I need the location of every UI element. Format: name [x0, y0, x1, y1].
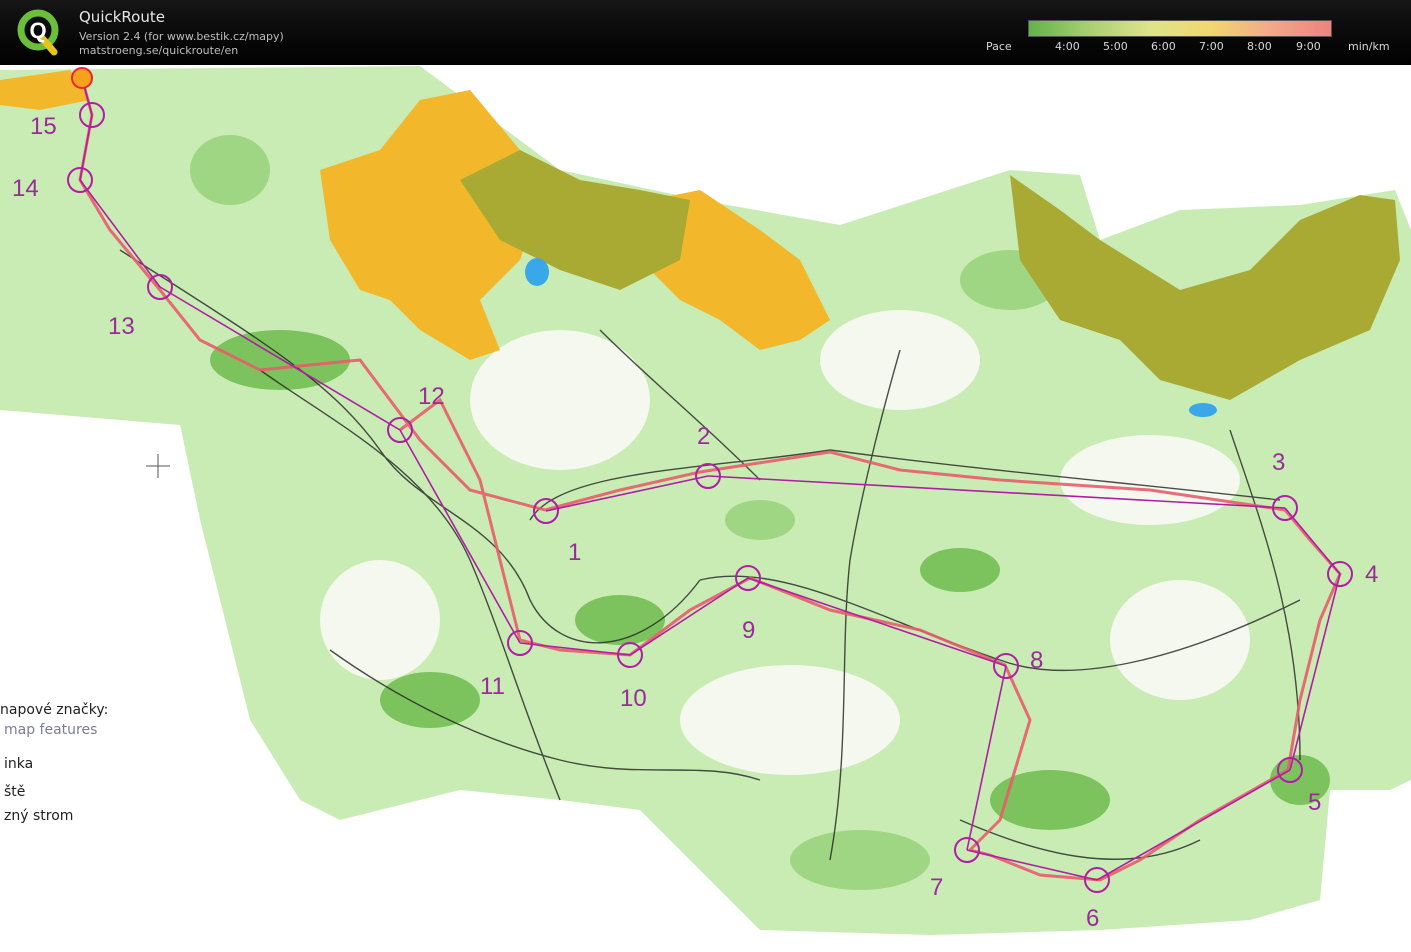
- pace-label: Pace: [986, 40, 1012, 53]
- pace-tick: 5:00: [1103, 40, 1128, 53]
- control-number: 12: [418, 383, 445, 410]
- legend-item: zný strom: [4, 808, 74, 824]
- pace-tick: 8:00: [1247, 40, 1272, 53]
- control-number: 13: [108, 313, 135, 340]
- app-version: Version 2.4 (for www.bestik.cz/mapy): [79, 30, 284, 43]
- app-header: Q QuickRoute Version 2.4 (for www.bestik…: [0, 0, 1411, 65]
- control-number: 5: [1308, 789, 1321, 816]
- control-number: 15: [30, 113, 57, 140]
- quickroute-logo-icon: Q: [17, 9, 59, 56]
- pace-tick: 6:00: [1151, 40, 1176, 53]
- control-number: 2: [697, 423, 710, 450]
- control-number: 8: [1030, 647, 1043, 674]
- orienteering-map[interactable]: 1 2 3 4 5 6 7 8 9 10 11 12 13 14 15: [0, 65, 1411, 952]
- app-url: matstroeng.se/quickroute/en: [79, 44, 239, 57]
- start-marker: [71, 67, 93, 89]
- control-number: 3: [1272, 449, 1285, 476]
- control-number: 9: [742, 617, 755, 644]
- control-number: 14: [12, 175, 39, 202]
- pace-unit: min/km: [1348, 40, 1390, 53]
- pace-tick: 9:00: [1296, 40, 1321, 53]
- control-number: 10: [620, 685, 647, 712]
- control-number: 7: [930, 874, 943, 901]
- legend-item: ště: [4, 784, 26, 800]
- pace-color-scale: [1028, 20, 1332, 37]
- control-number: 1: [568, 539, 581, 566]
- pace-tick: 7:00: [1199, 40, 1224, 53]
- pace-tick: 4:00: [1055, 40, 1080, 53]
- control-number: 4: [1365, 561, 1378, 588]
- svg-text:Q: Q: [29, 18, 46, 43]
- control-number: 6: [1086, 905, 1099, 932]
- control-number: 11: [480, 673, 505, 700]
- legend-subheading: map features: [4, 722, 98, 738]
- legend-heading: napové značky:: [0, 702, 109, 718]
- app-title: QuickRoute: [79, 8, 165, 26]
- legend-item: inka: [4, 756, 34, 772]
